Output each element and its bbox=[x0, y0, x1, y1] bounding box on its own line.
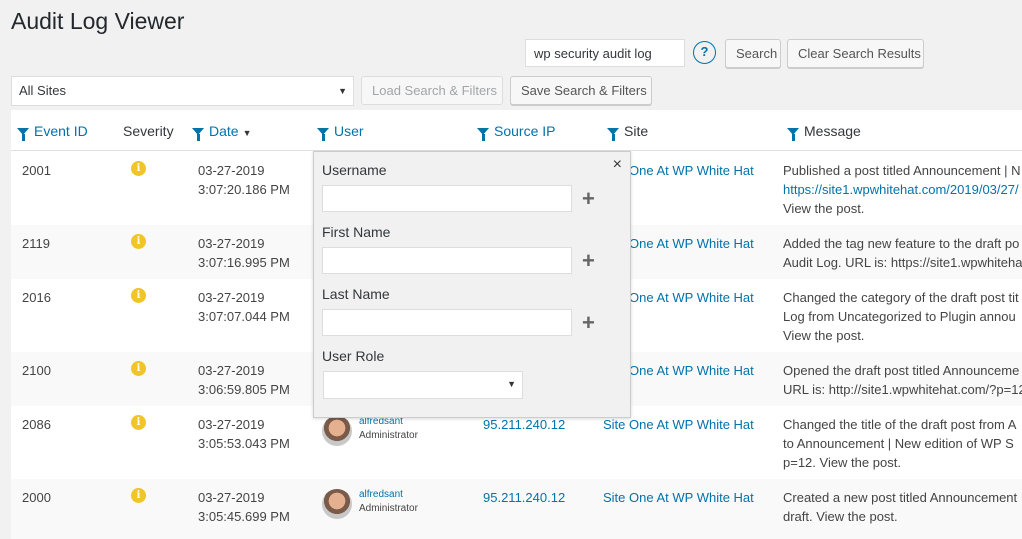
source-ip-link[interactable]: 95.211.240.12 bbox=[483, 488, 565, 507]
event-id: 2000 bbox=[22, 490, 51, 505]
event-message: Created a new post titled Announcement d… bbox=[783, 488, 1022, 526]
event-time: 3:05:45.699 PM bbox=[198, 509, 290, 524]
info-icon: i bbox=[131, 234, 146, 249]
info-icon: i bbox=[131, 488, 146, 503]
column-user[interactable]: User bbox=[317, 123, 364, 141]
message-line: Opened the draft post titled Announceme bbox=[783, 363, 1020, 378]
help-icon[interactable]: ? bbox=[693, 41, 716, 64]
message-link[interactable]: https://site1.wpwhitehat.com/2019/03/27/ bbox=[783, 180, 1022, 199]
username-label: Username bbox=[322, 162, 387, 178]
avatar bbox=[322, 489, 352, 519]
site-select[interactable]: All Sites ▼ bbox=[11, 76, 354, 106]
chevron-down-icon: ▼ bbox=[338, 86, 347, 96]
event-time: 3:06:59.805 PM bbox=[198, 382, 290, 397]
message-line: View the post. bbox=[783, 328, 865, 343]
avatar bbox=[322, 416, 352, 446]
filter-icon[interactable] bbox=[607, 128, 619, 141]
user-role-select[interactable]: ▼ bbox=[323, 371, 523, 399]
column-label: Message bbox=[804, 123, 861, 139]
column-severity: Severity bbox=[123, 123, 174, 139]
message-line: Added the tag new feature to the draft p… bbox=[783, 236, 1020, 251]
event-time: 3:07:16.995 PM bbox=[198, 255, 290, 270]
username-link[interactable]: alfredsant bbox=[359, 489, 403, 500]
site-select-value: All Sites bbox=[19, 83, 66, 98]
last-name-label: Last Name bbox=[322, 286, 390, 302]
event-date: 03-27-2019 bbox=[198, 290, 265, 305]
filter-icon[interactable] bbox=[192, 128, 204, 141]
column-date[interactable]: Date ▼ bbox=[192, 123, 252, 141]
info-icon: i bbox=[131, 161, 146, 176]
clear-search-button[interactable]: Clear Search Results bbox=[787, 39, 924, 68]
message-line: Changed the category of the draft post t… bbox=[783, 290, 1019, 305]
event-id: 2001 bbox=[22, 163, 51, 178]
add-username-icon[interactable]: + bbox=[582, 188, 595, 210]
event-time: 3:07:07.044 PM bbox=[198, 309, 290, 324]
first-name-input[interactable] bbox=[322, 247, 572, 274]
message-line: draft. View the post. bbox=[783, 509, 898, 524]
column-label: Source IP bbox=[494, 123, 556, 139]
add-last-name-icon[interactable]: + bbox=[582, 312, 595, 334]
column-source-ip[interactable]: Source IP bbox=[477, 123, 556, 141]
event-date: 03-27-2019 bbox=[198, 236, 265, 251]
site-link[interactable]: Site One At WP White Hat bbox=[603, 488, 754, 507]
first-name-label: First Name bbox=[322, 224, 391, 240]
message-line: View the post. bbox=[783, 201, 865, 216]
last-name-input[interactable] bbox=[322, 309, 572, 336]
filter-icon[interactable] bbox=[787, 128, 799, 141]
user-filter-popup: × Username + First Name + Last Name + Us… bbox=[313, 151, 631, 418]
event-time: 3:05:53.043 PM bbox=[198, 436, 290, 451]
message-line: Published a post titled Announcement | N bbox=[783, 163, 1021, 178]
column-message[interactable]: Message bbox=[787, 123, 861, 141]
search-input[interactable] bbox=[525, 39, 685, 67]
sort-desc-icon: ▼ bbox=[242, 128, 252, 138]
user-role: Administrator bbox=[359, 503, 418, 514]
column-label: User bbox=[334, 123, 364, 139]
event-date: 03-27-2019 bbox=[198, 363, 265, 378]
event-date: 03-27-2019 bbox=[198, 417, 265, 432]
event-message: Opened the draft post titled Announceme … bbox=[783, 361, 1022, 399]
event-id: 2100 bbox=[22, 363, 51, 378]
message-line: Audit Log. URL is: https://site1.wpwhite… bbox=[783, 255, 1022, 270]
event-id: 2086 bbox=[22, 417, 51, 432]
column-site[interactable]: Site bbox=[607, 123, 649, 141]
message-line: Changed the title of the draft post from… bbox=[783, 417, 1017, 432]
filter-icon[interactable] bbox=[17, 128, 29, 141]
table-header: Event ID Severity Date ▼ User Source IP S… bbox=[11, 110, 1022, 151]
page-title: Audit Log Viewer bbox=[11, 8, 185, 34]
load-filters-button[interactable]: Load Search & Filters bbox=[361, 76, 503, 105]
column-label: Event ID bbox=[34, 123, 88, 139]
event-message: Changed the category of the draft post t… bbox=[783, 288, 1022, 345]
column-label: Date bbox=[209, 123, 239, 139]
event-message: Changed the title of the draft post from… bbox=[783, 415, 1022, 472]
add-first-name-icon[interactable]: + bbox=[582, 250, 595, 272]
event-date: 03-27-2019 bbox=[198, 490, 265, 505]
user-role-label: User Role bbox=[322, 348, 385, 364]
username-input[interactable] bbox=[322, 185, 572, 212]
event-message: Added the tag new feature to the draft p… bbox=[783, 234, 1022, 272]
event-id: 2119 bbox=[22, 236, 50, 251]
event-message: Published a post titled Announcement | N… bbox=[783, 161, 1022, 218]
filter-icon[interactable] bbox=[317, 128, 329, 141]
event-date: 03-27-2019 bbox=[198, 163, 265, 178]
column-event-id[interactable]: Event ID bbox=[17, 123, 88, 141]
event-time: 3:07:20.186 PM bbox=[198, 182, 290, 197]
event-id: 2016 bbox=[22, 290, 51, 305]
info-icon: i bbox=[131, 361, 146, 376]
message-line: p=12. View the post. bbox=[783, 455, 901, 470]
message-line: Created a new post titled Announcement bbox=[783, 490, 1018, 505]
chevron-down-icon: ▼ bbox=[507, 379, 516, 389]
message-line: URL is: http://site1.wpwhitehat.com/?p=1… bbox=[783, 382, 1022, 397]
column-label: Site bbox=[624, 123, 649, 139]
close-icon[interactable]: × bbox=[613, 156, 622, 174]
info-icon: i bbox=[131, 415, 146, 430]
table-row: 2000 i 03-27-2019 3:05:45.699 PM alfreds… bbox=[11, 479, 1022, 539]
save-filters-button[interactable]: Save Search & Filters bbox=[510, 76, 652, 105]
message-line: Log from Uncategorized to Plugin annou bbox=[783, 309, 1016, 324]
info-icon: i bbox=[131, 288, 146, 303]
message-line: to Announcement | New edition of WP S bbox=[783, 436, 1014, 451]
user-role: Administrator bbox=[359, 430, 418, 441]
filter-icon[interactable] bbox=[477, 128, 489, 141]
search-button[interactable]: Search bbox=[725, 39, 781, 68]
